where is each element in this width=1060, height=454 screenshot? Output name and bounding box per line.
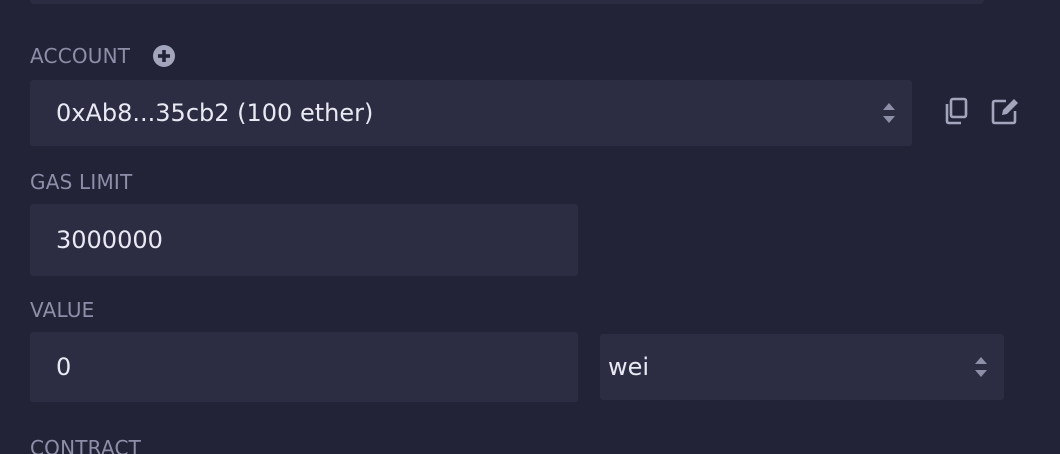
edit-icon[interactable] <box>990 96 1020 126</box>
gas-limit-input[interactable]: 3000000 <box>30 204 578 276</box>
account-label: ACCOUNT <box>30 44 131 68</box>
gas-limit-value: 3000000 <box>56 226 163 254</box>
copy-icon[interactable] <box>942 96 972 126</box>
plus-circle-icon[interactable] <box>152 44 176 68</box>
account-select-value: 0xAb8...35cb2 (100 ether) <box>56 99 374 127</box>
contract-label: CONTRACT <box>30 436 142 454</box>
gas-limit-label: GAS LIMIT <box>30 170 133 194</box>
account-select[interactable]: 0xAb8...35cb2 (100 ether) <box>30 80 912 146</box>
value-unit-select[interactable]: wei <box>600 334 1004 400</box>
select-arrows-icon <box>975 357 987 377</box>
value-input[interactable]: 0 <box>30 332 578 402</box>
value-amount: 0 <box>56 353 72 381</box>
environment-select[interactable] <box>30 0 984 4</box>
run-transaction-panel: ACCOUNT 0xAb8...35cb2 (100 ether) GAS LI… <box>0 0 1060 454</box>
value-unit: wei <box>608 353 650 381</box>
select-arrows-icon <box>883 103 895 123</box>
value-label: VALUE <box>30 298 95 322</box>
